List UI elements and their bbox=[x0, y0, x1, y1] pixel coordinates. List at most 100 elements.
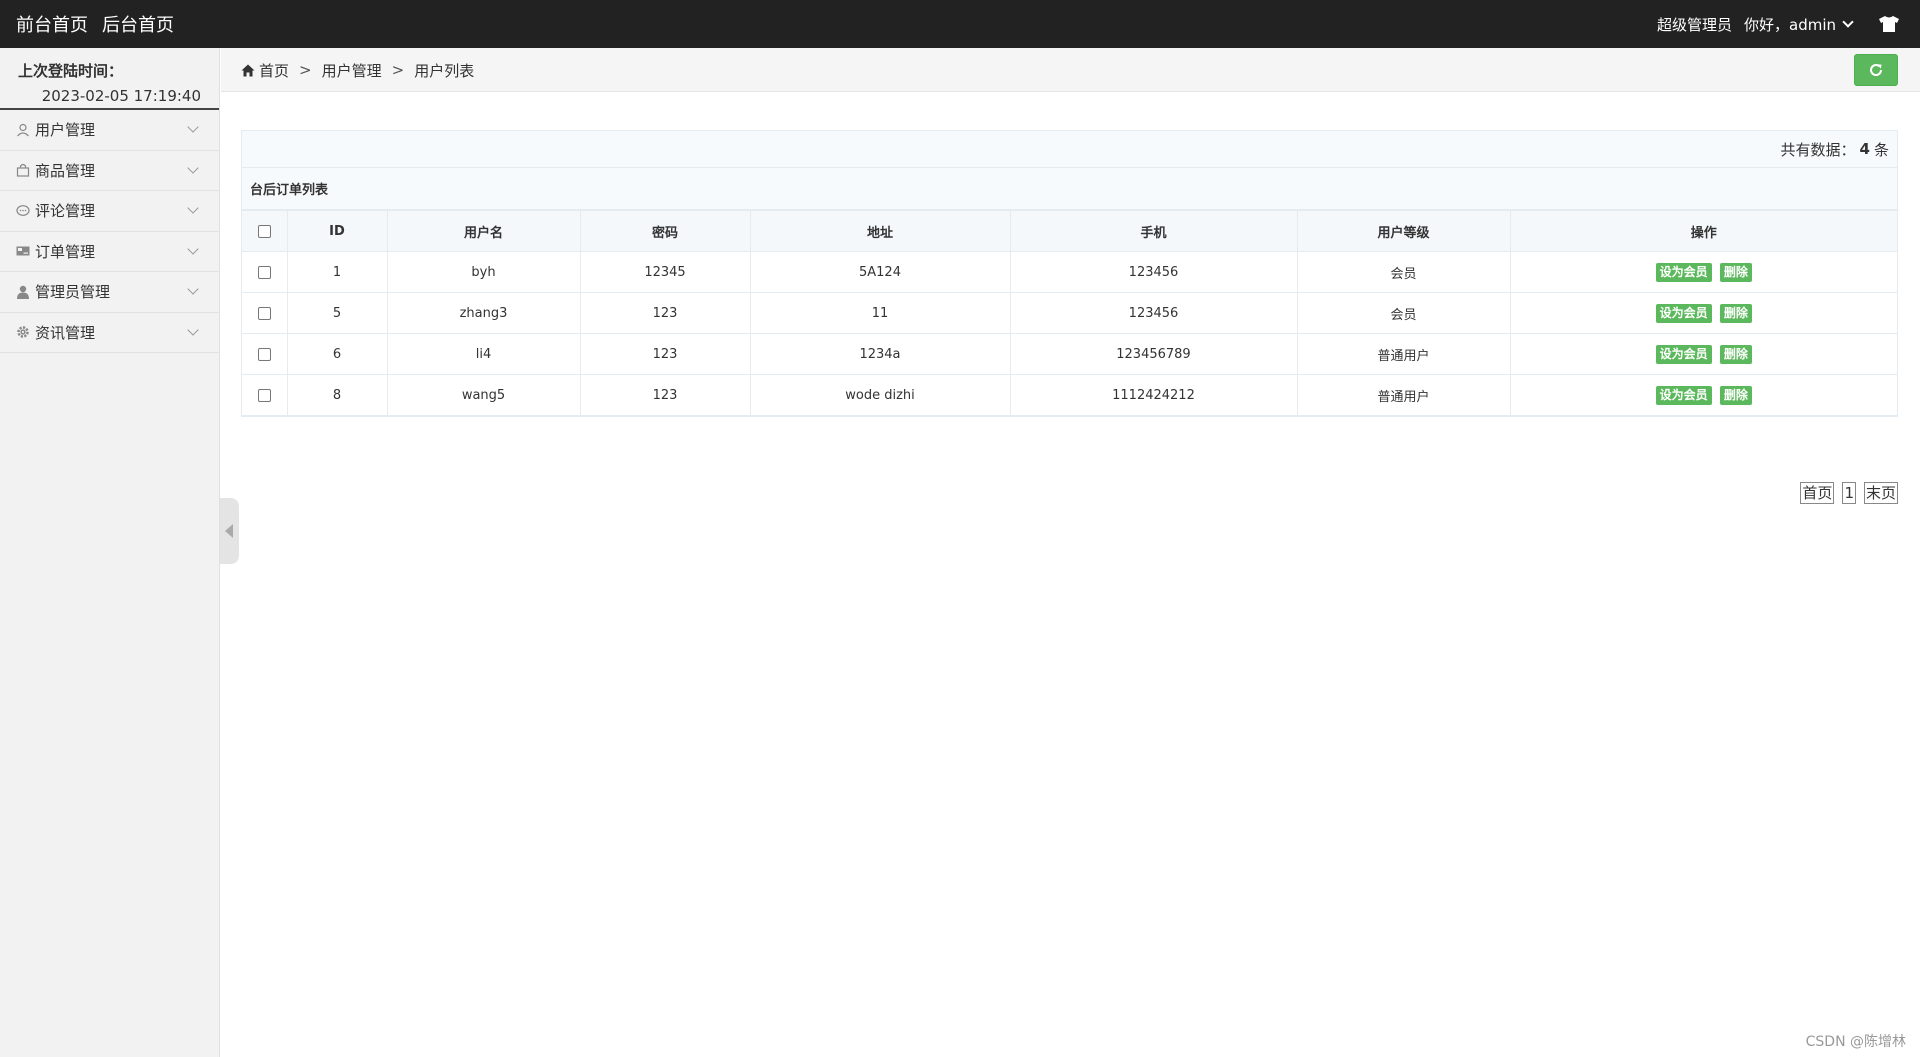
page-number-button[interactable]: 1 bbox=[1842, 482, 1856, 504]
cell-id: 8 bbox=[286, 374, 388, 416]
sidebar-item-news-management[interactable]: 资讯管理 bbox=[0, 313, 219, 353]
delete-button[interactable]: 删除 bbox=[1719, 303, 1752, 323]
frontend-home-link[interactable]: 前台首页 bbox=[16, 11, 88, 37]
select-all-checkbox[interactable] bbox=[257, 224, 271, 238]
chevron-down-icon bbox=[187, 161, 199, 174]
cell-password: 123 bbox=[579, 292, 751, 334]
home-icon bbox=[241, 64, 255, 76]
breadcrumb: 首页 > 用户管理 > 用户列表 bbox=[241, 48, 474, 92]
column-header-username: 用户名 bbox=[386, 210, 581, 252]
user-menu-toggle[interactable]: 你好，admin bbox=[1744, 14, 1856, 35]
row-checkbox-cell bbox=[242, 374, 288, 416]
breadcrumb-separator: > bbox=[391, 61, 405, 79]
set-member-button[interactable]: 设为会员 bbox=[1655, 262, 1712, 282]
sidebar-item-admin-management[interactable]: 管理员管理 bbox=[0, 272, 219, 313]
cell-actions: 设为会员 删除 bbox=[1509, 374, 1897, 416]
refresh-button[interactable] bbox=[1854, 54, 1898, 86]
column-header-password: 密码 bbox=[579, 210, 751, 252]
sidebar-item-comment-management[interactable]: 评论管理 bbox=[0, 191, 219, 232]
cell-id: 1 bbox=[286, 251, 388, 293]
last-login-time: 2023-02-05 17:19:40 bbox=[41, 87, 201, 105]
backend-home-link[interactable]: 后台首页 bbox=[102, 11, 174, 37]
sidebar-item-order-management[interactable]: 订单管理 bbox=[0, 232, 219, 272]
cell-level: 会员 bbox=[1296, 251, 1511, 293]
sidebar-collapse-toggle[interactable] bbox=[220, 498, 239, 564]
user-table: ID 用户名 密码 地址 手机 用户等级 操作 1 byh 12345 5A12… bbox=[242, 210, 1897, 416]
cell-actions: 设为会员 删除 bbox=[1509, 251, 1897, 293]
sidebar-item-product-management[interactable]: 商品管理 bbox=[0, 151, 219, 191]
cell-password: 12345 bbox=[579, 251, 751, 293]
cell-level: 普通用户 bbox=[1296, 374, 1511, 416]
table-row: 1 byh 12345 5A124 123456 会员 设为会员 删除 bbox=[242, 251, 1897, 293]
table-row: 6 li4 123 1234a 123456789 普通用户 设为会员 删除 bbox=[242, 333, 1897, 375]
gear-icon bbox=[17, 326, 29, 338]
table-row: 5 zhang3 123 11 123456 会员 设为会员 删除 bbox=[242, 292, 1897, 334]
row-checkbox[interactable] bbox=[257, 347, 271, 361]
column-header-level: 用户等级 bbox=[1296, 210, 1511, 252]
comment-icon bbox=[16, 204, 30, 216]
pagination: 首页 1 末页 bbox=[1800, 482, 1898, 504]
chevron-down-icon bbox=[187, 121, 199, 133]
cell-phone: 123456 bbox=[1009, 251, 1298, 293]
top-nav: 前台首页 后台首页 bbox=[16, 0, 174, 48]
cell-password: 123 bbox=[579, 374, 751, 416]
cell-address: 5A124 bbox=[749, 251, 1011, 293]
sidebar: 上次登陆时间： 2023-02-05 17:19:40 用户管理 商品管理 评论… bbox=[0, 48, 220, 1057]
chevron-down-icon bbox=[187, 242, 199, 255]
cell-actions: 设为会员 删除 bbox=[1509, 333, 1897, 375]
bag-icon bbox=[16, 164, 30, 177]
table-header-row: ID 用户名 密码 地址 手机 用户等级 操作 bbox=[242, 210, 1897, 252]
set-member-button[interactable]: 设为会员 bbox=[1655, 303, 1712, 323]
sidebar-item-label: 商品管理 bbox=[35, 161, 96, 180]
row-checkbox-cell bbox=[242, 292, 288, 334]
top-navbar: 前台首页 后台首页 超级管理员 你好，admin bbox=[0, 0, 1920, 48]
user-area: 超级管理员 你好，admin bbox=[1657, 0, 1900, 48]
sidebar-item-user-management[interactable]: 用户管理 bbox=[0, 110, 219, 151]
cell-address: 11 bbox=[749, 292, 1011, 334]
column-header-actions: 操作 bbox=[1509, 210, 1897, 252]
delete-button[interactable]: 删除 bbox=[1719, 385, 1752, 405]
breadcrumb-user-management[interactable]: 用户管理 bbox=[322, 60, 382, 81]
column-header-phone: 手机 bbox=[1009, 210, 1298, 252]
record-count: 共有数据： 4 条 bbox=[242, 131, 1897, 168]
cell-address: wode dizhi bbox=[749, 374, 1011, 416]
cell-level: 普通用户 bbox=[1296, 333, 1511, 375]
count-suffix: 条 bbox=[1873, 140, 1889, 159]
sidebar-item-label: 用户管理 bbox=[35, 121, 96, 140]
tshirt-icon[interactable] bbox=[1878, 15, 1900, 33]
table-row: 8 wang5 123 wode dizhi 1112424212 普通用户 设… bbox=[242, 374, 1897, 416]
sidebar-item-label: 管理员管理 bbox=[35, 283, 111, 302]
column-header-id: ID bbox=[286, 210, 388, 252]
last-page-button[interactable]: 末页 bbox=[1863, 482, 1898, 504]
row-checkbox-cell bbox=[242, 333, 288, 375]
chevron-down-icon bbox=[1842, 16, 1854, 28]
first-page-button[interactable]: 首页 bbox=[1800, 482, 1835, 504]
cell-phone: 1112424212 bbox=[1009, 374, 1298, 416]
set-member-button[interactable]: 设为会员 bbox=[1655, 385, 1712, 405]
user-icon bbox=[17, 285, 29, 299]
sidebar-item-label: 资讯管理 bbox=[35, 323, 96, 342]
last-login-info: 上次登陆时间： 2023-02-05 17:19:40 bbox=[0, 48, 219, 110]
user-outline-icon bbox=[17, 123, 29, 137]
select-all-header bbox=[242, 210, 288, 252]
cell-password: 123 bbox=[579, 333, 751, 375]
cell-username: zhang3 bbox=[386, 292, 581, 334]
sidebar-item-label: 评论管理 bbox=[35, 202, 96, 221]
cell-id: 6 bbox=[286, 333, 388, 375]
breadcrumb-separator: > bbox=[299, 61, 312, 79]
user-list-panel: 共有数据： 4 条 台后订单列表 ID 用户名 密码 地址 手机 用户等级 操作… bbox=[241, 130, 1898, 417]
role-label: 超级管理员 bbox=[1656, 15, 1732, 34]
cell-username: byh bbox=[386, 251, 581, 293]
cell-username: li4 bbox=[386, 333, 581, 375]
row-checkbox[interactable] bbox=[257, 388, 271, 402]
cell-username: wang5 bbox=[386, 374, 581, 416]
breadcrumb-home[interactable]: 首页 bbox=[259, 60, 289, 81]
delete-button[interactable]: 删除 bbox=[1719, 262, 1752, 282]
row-checkbox[interactable] bbox=[257, 265, 271, 279]
cell-address: 1234a bbox=[749, 333, 1011, 375]
row-checkbox[interactable] bbox=[257, 306, 271, 320]
breadcrumb-user-list: 用户列表 bbox=[414, 61, 475, 80]
set-member-button[interactable]: 设为会员 bbox=[1655, 344, 1712, 364]
delete-button[interactable]: 删除 bbox=[1719, 344, 1752, 364]
chevron-down-icon bbox=[187, 202, 199, 214]
